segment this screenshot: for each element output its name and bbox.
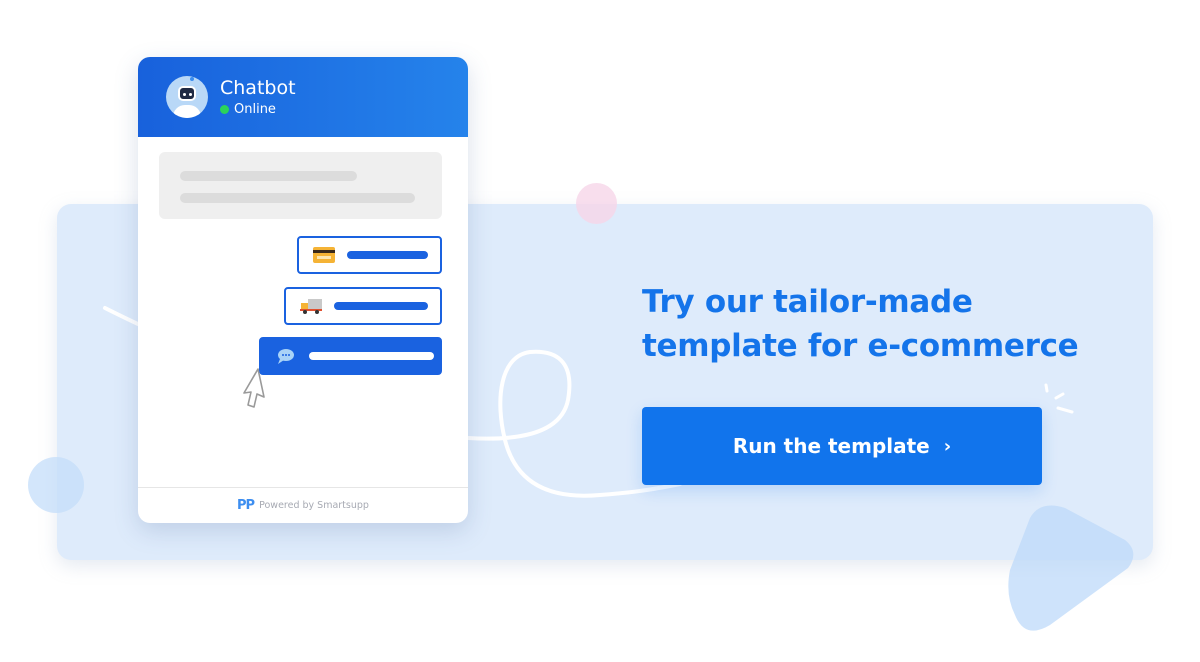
chatbot-avatar xyxy=(166,76,208,118)
option-label-bar xyxy=(347,251,428,259)
headline-line-1: Try our tailor-made xyxy=(642,284,973,320)
credit-card-icon xyxy=(313,247,335,263)
option-payment[interactable] xyxy=(297,236,442,274)
chat-widget: Chatbot Online PP Powered by Smartsupp xyxy=(138,57,468,523)
robot-head-icon xyxy=(178,86,196,101)
decorative-blue-circle xyxy=(28,457,84,513)
run-template-label: Run the template xyxy=(732,434,930,458)
sparkle-icon xyxy=(1044,383,1074,414)
decorative-pink-circle xyxy=(576,183,617,224)
chevron-right-icon: › xyxy=(943,435,952,457)
online-dot-icon xyxy=(220,105,229,114)
robot-body-icon xyxy=(173,105,201,118)
status-label: Online xyxy=(234,102,276,117)
headline-line-2: template for e-commerce xyxy=(642,328,1079,364)
chat-footer: PP Powered by Smartsupp xyxy=(138,487,468,523)
cta-headline: Try our tailor-made template for e-comme… xyxy=(642,280,1122,368)
chat-title: Chatbot xyxy=(220,77,296,99)
delivery-truck-icon xyxy=(300,299,322,314)
option-label-bar xyxy=(334,302,428,310)
status-indicator: Online xyxy=(220,102,296,117)
robot-antenna-icon xyxy=(190,77,194,81)
decorative-triangle xyxy=(1008,505,1134,631)
powered-by-text[interactable]: Powered by Smartsupp xyxy=(259,500,369,511)
mouse-cursor-icon xyxy=(243,368,265,408)
placeholder-line xyxy=(180,193,415,203)
placeholder-line xyxy=(180,171,357,181)
run-template-button[interactable]: Run the template › xyxy=(642,407,1042,485)
option-label-bar xyxy=(309,352,434,360)
speech-bubble-icon xyxy=(278,349,294,364)
bot-message-placeholder xyxy=(159,152,442,219)
option-chat[interactable] xyxy=(259,337,442,375)
option-delivery[interactable] xyxy=(284,287,442,325)
chat-header: Chatbot Online xyxy=(138,57,468,137)
smartsupp-logo-icon: PP xyxy=(237,498,255,513)
